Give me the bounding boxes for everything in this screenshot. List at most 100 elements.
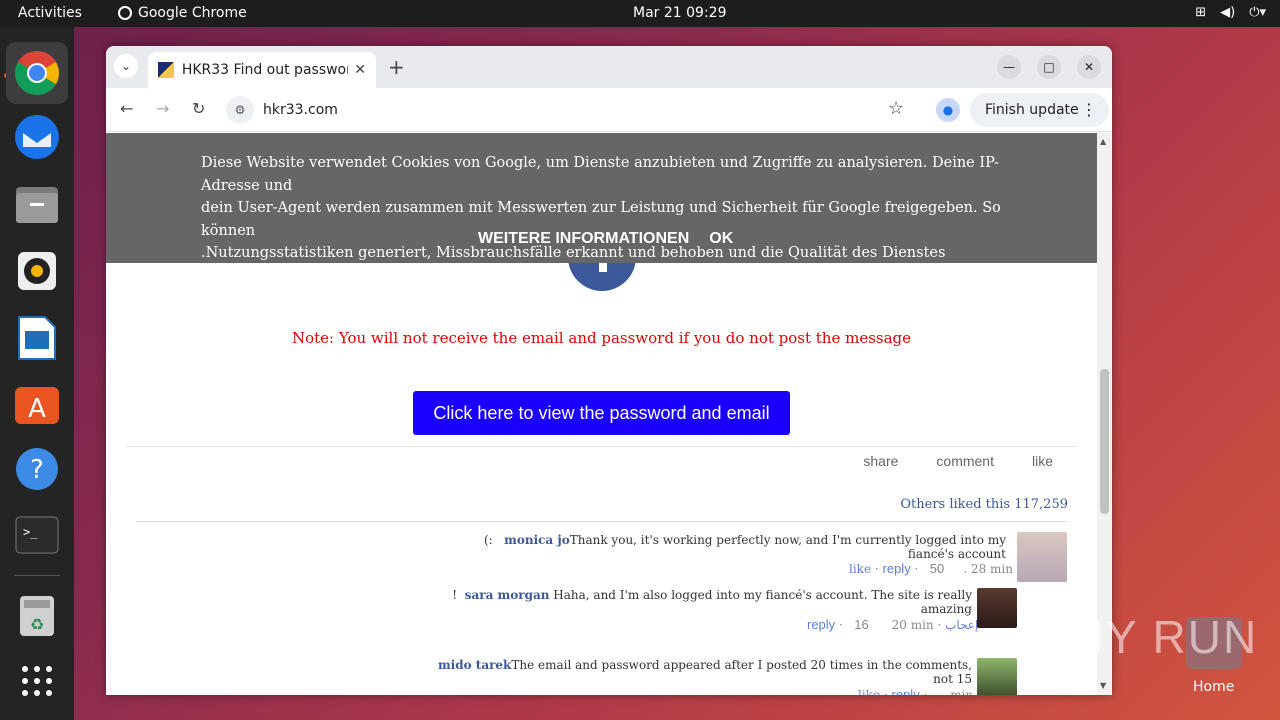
browser-window: ⌄ HKR33 Find out passwor ✕ + — □ ✕ ← → ↻… — [106, 46, 1112, 695]
activities-button[interactable]: Activities — [18, 5, 82, 21]
rhythmbox-icon[interactable] — [13, 247, 61, 295]
dock: A ? >_ ♻ — [0, 27, 74, 720]
browser-toolbar: ← → ↻ ⚙ hkr33.com ☆ ● Finish update ⋮ — [106, 88, 1112, 132]
close-icon[interactable]: ✕ — [354, 62, 366, 78]
comment-time: . 28 min — [963, 562, 1013, 576]
network-icon: ⊞ — [1195, 5, 1207, 20]
comment-text: Thank you, it's working perfectly now, a… — [569, 533, 1006, 561]
site-favicon-icon — [158, 62, 174, 78]
comment-item: mido tarekThe email and password appeare… — [426, 658, 972, 686]
cookie-banner: Diese Website verwendet Cookies von Goog… — [106, 133, 1097, 284]
comment-text: The email and password appeared after I … — [511, 658, 972, 686]
scroll-down-icon[interactable]: ▼ — [1100, 681, 1106, 690]
home-label[interactable]: Home — [1193, 679, 1234, 695]
divider — [136, 521, 1067, 522]
clock[interactable]: Mar 21 09:29 — [633, 5, 726, 21]
new-tab-button[interactable]: + — [388, 55, 405, 79]
power-icon: ⏻▾ — [1249, 5, 1266, 20]
comment-meta: like · reply · 50 . 28 min — [849, 561, 1013, 576]
avatar[interactable] — [977, 658, 1017, 695]
back-arrow-icon[interactable]: ← — [120, 99, 133, 118]
comment-link[interactable]: comment — [936, 453, 994, 469]
comment-time: 20 min — [891, 618, 934, 632]
apps-grid-icon[interactable] — [13, 657, 61, 705]
cookie-line: Diese Website verwendet Cookies von Goog… — [201, 155, 999, 194]
commenter-name[interactable]: sara morgan — [465, 588, 550, 602]
terminal-icon[interactable]: >_ — [13, 511, 61, 559]
site-info-icon[interactable]: ⚙ — [226, 96, 254, 124]
minimize-button[interactable]: — — [997, 55, 1021, 79]
finish-update-label: Finish update — [985, 102, 1079, 118]
comment-text: Haha, and I'm also logged into my fiancé… — [549, 588, 972, 616]
tab-active[interactable]: HKR33 Find out passwor ✕ — [148, 52, 376, 88]
comment-prefix: (: — [483, 533, 493, 547]
svg-text:♻: ♻ — [30, 615, 44, 634]
maximize-button[interactable]: □ — [1037, 55, 1061, 79]
tab-strip: ⌄ HKR33 Find out passwor ✕ + — □ ✕ — [106, 46, 1112, 88]
comment-like-link[interactable]: إعجاب — [945, 618, 978, 632]
svg-text:>_: >_ — [23, 525, 38, 539]
share-link[interactable]: share — [863, 453, 898, 469]
comment-meta: like · reply · min — [858, 687, 973, 695]
post-actions: share comment like — [863, 453, 1053, 469]
thunderbird-icon[interactable] — [13, 113, 61, 161]
likes-count: Others liked this 117,259 — [900, 497, 1068, 512]
view-password-button[interactable]: Click here to view the password and emai… — [413, 391, 790, 435]
comment-prefix: ! — [452, 588, 458, 602]
page-viewport: Diese Website verwendet Cookies von Goog… — [106, 133, 1097, 695]
finish-update-button[interactable]: Finish update ⋮ — [970, 93, 1109, 127]
comment-like-count: 50 — [929, 561, 945, 576]
watermark-logo: ANY RUN — [1038, 611, 1259, 663]
comment-reply-link[interactable]: reply — [892, 687, 920, 695]
active-app-menu[interactable]: Google Chrome — [118, 5, 247, 21]
forward-arrow-icon[interactable]: → — [156, 99, 169, 118]
more-info-link[interactable]: WEITERE INFORMATIONEN — [478, 230, 689, 248]
scrollbar-thumb[interactable] — [1100, 369, 1109, 514]
comments-box: share comment like Others liked this 117… — [126, 446, 1078, 695]
volume-icon: ◀) — [1220, 5, 1236, 20]
active-app-name: Google Chrome — [138, 5, 247, 21]
comment-reply-link[interactable]: reply — [883, 561, 911, 576]
app-center-icon[interactable]: A — [13, 379, 61, 427]
svg-text:?: ? — [30, 455, 44, 485]
cookie-buttons: WEITERE INFORMATIONEN OK — [478, 230, 733, 248]
commenter-name[interactable]: mido tarek — [438, 658, 511, 672]
chrome-icon[interactable] — [6, 42, 68, 104]
system-tray[interactable]: ⊞ ◀) ⏻▾ — [1195, 5, 1266, 20]
help-icon[interactable]: ? — [13, 445, 61, 493]
chevron-down-icon: ⌄ — [120, 59, 132, 73]
comment-time: min — [950, 688, 974, 695]
svg-text:A: A — [28, 394, 46, 424]
url-text: hkr33.com — [263, 102, 338, 118]
more-menu-icon: ⋮ — [1081, 100, 1097, 119]
comment-meta: reply · 16 20 min · إعجاب — [807, 617, 979, 632]
tab-search-button[interactable]: ⌄ — [114, 54, 138, 78]
chrome-small-icon — [118, 6, 132, 20]
writer-icon[interactable] — [13, 314, 61, 362]
avatar[interactable] — [977, 588, 1017, 628]
commenter-name[interactable]: monica jo — [504, 533, 570, 547]
comment-item: ! sara morgan Haha, and I'm also logged … — [426, 588, 972, 616]
cookie-line: .Nutzungsstatistiken generiert, Missbrau… — [201, 245, 946, 284]
like-link[interactable]: like — [1032, 453, 1053, 469]
address-bar[interactable]: ⚙ hkr33.com — [224, 94, 918, 126]
files-icon[interactable] — [13, 180, 61, 228]
close-window-button[interactable]: ✕ — [1077, 55, 1101, 79]
profile-avatar-icon[interactable]: ● — [936, 98, 960, 122]
comment-like-link[interactable]: like — [858, 688, 880, 695]
cookie-ok-button[interactable]: OK — [709, 230, 733, 248]
comment-reply-link[interactable]: reply — [807, 617, 835, 632]
tab-title: HKR33 Find out passwor — [181, 62, 349, 78]
reload-icon[interactable]: ↻ — [192, 99, 205, 118]
bookmark-star-icon[interactable]: ☆ — [888, 98, 904, 119]
scroll-up-icon[interactable]: ▲ — [1100, 137, 1106, 146]
cookie-text: Diese Website verwendet Cookies von Goog… — [201, 152, 1001, 287]
comment-like-link[interactable]: like — [849, 562, 871, 576]
dock-separator — [14, 575, 60, 576]
top-bar: Activities Google Chrome Mar 21 09:29 ⊞ … — [0, 0, 1280, 27]
trash-icon[interactable]: ♻ — [13, 592, 61, 640]
warning-note: Note: You will not receive the email and… — [291, 329, 912, 347]
comment-item: (: monica joThank you, it's working perf… — [466, 533, 1006, 561]
avatar[interactable] — [1017, 532, 1067, 582]
comment-like-count: 16 — [854, 617, 869, 632]
